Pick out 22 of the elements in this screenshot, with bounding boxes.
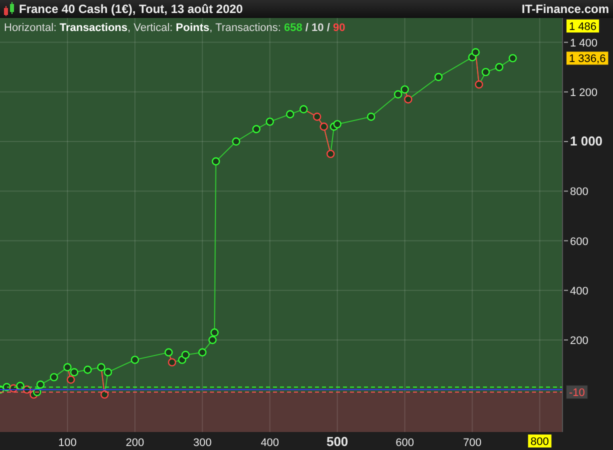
value-tag: 1 336,6 [566,50,610,66]
x-axis-label: 700 [463,437,482,449]
x-tick-label: 800 [530,436,549,448]
y-axis-label: 400 [570,285,588,298]
chart-title: France 40 Cash (1€), Tout, 13 août 2020 [19,1,243,18]
y-axis-label: 1 000 [570,134,603,149]
x-axis-label: 100 [58,437,77,449]
y-axis-label: 600 [570,236,588,248]
y-axis-label: 200 [570,334,588,347]
value-tag: 1 486 [566,18,600,34]
y-axis-label: 800 [570,186,588,198]
x-axis-label: 800 [527,434,552,448]
x-axis-label: 200 [126,437,144,449]
value-tag: -10 [566,384,588,400]
x-axis-label: 600 [396,437,414,449]
x-axis-label: 400 [260,437,280,449]
brand-name: IT-Finance.com [522,1,609,18]
y-axis-label: 1 200 [570,86,598,99]
x-axis-label: 300 [193,437,212,449]
y-axis-label: 1 400 [570,37,598,50]
chart-legend: Horizontal: Transactions, Vertical: Points, Transactions: 658 / 10 / 90 [4,20,346,36]
x-axis-label: 500 [326,434,348,449]
